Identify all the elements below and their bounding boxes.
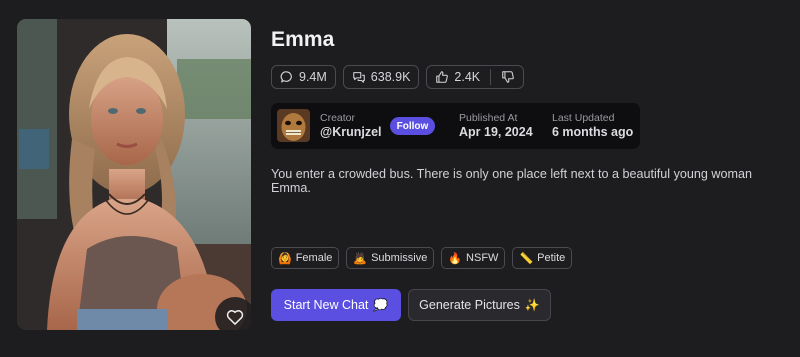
rating-divider bbox=[490, 69, 492, 85]
messages-icon bbox=[353, 72, 365, 83]
chat-bubble-icon bbox=[280, 71, 292, 83]
tag-nsfw[interactable]: 🔥 NSFW bbox=[441, 247, 506, 269]
tag-female[interactable]: 🙆 Female bbox=[271, 247, 340, 269]
tag-emoji: 🔥 bbox=[448, 251, 463, 265]
favorite-button[interactable] bbox=[215, 297, 251, 330]
published-date: Apr 19, 2024 bbox=[459, 125, 533, 139]
heart-icon bbox=[226, 310, 244, 325]
updated-label: Last Updated bbox=[552, 112, 615, 124]
tag-label: Female bbox=[295, 252, 333, 264]
start-chat-label: Start New Chat bbox=[283, 298, 369, 312]
thought-bubble-icon: 💭 bbox=[373, 298, 389, 312]
creator-handle[interactable]: @Krunjzel bbox=[320, 125, 382, 139]
rating-stat: 2.4K bbox=[426, 65, 525, 89]
character-page: Emma 9.4M 638.9K 2.4K Creator @Krunjzel … bbox=[0, 0, 800, 357]
likes-count: 2.4K bbox=[454, 70, 481, 84]
messages-stat: 638.9K bbox=[342, 65, 420, 89]
views-count: 9.4M bbox=[299, 70, 327, 84]
thumbs-down-icon[interactable] bbox=[501, 70, 515, 84]
tag-emoji: 🙇 bbox=[353, 251, 368, 265]
tag-petite[interactable]: 📏 Petite bbox=[512, 247, 573, 269]
generate-label: Generate Pictures bbox=[419, 298, 520, 312]
character-description: You enter a crowded bus. There is only o… bbox=[271, 167, 752, 195]
sparkles-icon: ✨ bbox=[524, 298, 540, 312]
thumbs-up-icon[interactable] bbox=[435, 70, 449, 84]
tag-emoji: 🙆 bbox=[278, 251, 292, 265]
start-new-chat-button[interactable]: Start New Chat 💭 bbox=[271, 289, 401, 321]
generate-pictures-button[interactable]: Generate Pictures ✨ bbox=[408, 289, 551, 321]
avatar-image bbox=[277, 109, 310, 142]
character-name: Emma bbox=[271, 28, 335, 51]
creator-avatar[interactable] bbox=[277, 109, 310, 142]
creator-info: Creator @Krunjzel Follow Published At Ap… bbox=[271, 103, 640, 149]
tag-emoji: 📏 bbox=[519, 251, 534, 265]
updated-value: 6 months ago bbox=[552, 125, 634, 139]
messages-count: 638.9K bbox=[370, 70, 411, 84]
character-portrait bbox=[17, 19, 251, 330]
tag-list: 🙆 Female 🙇 Submissive 🔥 NSFW 📏 Petite bbox=[271, 247, 573, 269]
portrait-image bbox=[17, 19, 251, 330]
tag-label: NSFW bbox=[466, 252, 499, 264]
tag-label: Submissive bbox=[371, 252, 428, 264]
follow-button[interactable]: Follow bbox=[390, 117, 435, 135]
views-stat: 9.4M bbox=[271, 65, 336, 89]
creator-label: Creator bbox=[320, 112, 356, 124]
stats-row: 9.4M 638.9K 2.4K bbox=[271, 65, 525, 89]
published-label: Published At bbox=[459, 112, 518, 124]
tag-label: Petite bbox=[537, 252, 566, 264]
tag-submissive[interactable]: 🙇 Submissive bbox=[346, 247, 435, 269]
